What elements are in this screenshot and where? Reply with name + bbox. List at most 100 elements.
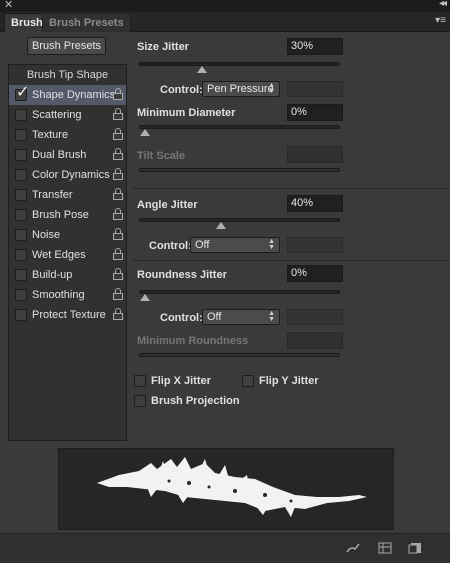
- size-control-select[interactable]: Pen Pressure ▲ ▼: [202, 81, 280, 97]
- section-divider: [132, 188, 450, 189]
- size-control-value: Pen Pressure: [207, 83, 274, 95]
- brush-settings-list: Brush Tip Shape ✓ Shape Dynamics Scatterin…: [8, 64, 127, 441]
- angle-control-select[interactable]: Off ▲ ▼: [190, 237, 280, 253]
- texture-checkbox[interactable]: [15, 129, 27, 141]
- sidebar-item-wet-edges[interactable]: Wet Edges: [9, 245, 126, 265]
- roundness-control-select[interactable]: Off ▲ ▼: [202, 309, 280, 325]
- sidebar-item-transfer[interactable]: Transfer: [9, 185, 126, 205]
- sidebar-item-label: Wet Edges: [32, 249, 86, 261]
- wet-edges-checkbox[interactable]: [15, 249, 27, 261]
- size-jitter-input[interactable]: 30%: [287, 38, 343, 55]
- lock-icon[interactable]: [113, 248, 123, 261]
- angle-control-label: Control:: [149, 240, 192, 252]
- size-control-label: Control:: [160, 84, 203, 96]
- lock-icon[interactable]: [113, 108, 123, 121]
- min-roundness-label: Minimum Roundness: [137, 335, 249, 347]
- min-diameter-input[interactable]: 0%: [287, 104, 343, 121]
- flip-x-label: Flip X Jitter: [151, 375, 211, 387]
- size-jitter-slider[interactable]: [139, 62, 340, 73]
- roundness-jitter-input[interactable]: 0%: [287, 265, 343, 282]
- create-new-brush-icon[interactable]: [408, 542, 422, 554]
- lock-icon[interactable]: [113, 168, 123, 181]
- select-arrows-icon: ▲ ▼: [268, 310, 275, 323]
- sidebar-item-label: Shape Dynamics: [32, 89, 116, 101]
- size-jitter-slider-thumb[interactable]: [197, 66, 208, 73]
- flip-y-label: Flip Y Jitter: [259, 375, 319, 387]
- lock-icon[interactable]: [113, 88, 123, 101]
- sidebar-item-label: Build-up: [32, 269, 73, 281]
- panel-titlebar: ✕ ◂◂: [0, 0, 450, 12]
- min-roundness-slider: [139, 353, 340, 357]
- sidebar-item-brush-pose[interactable]: Brush Pose: [9, 205, 126, 225]
- brush-pose-checkbox[interactable]: [15, 209, 27, 221]
- select-arrows-icon: ▲ ▼: [268, 238, 275, 251]
- protect-texture-checkbox[interactable]: [15, 309, 27, 321]
- size-jitter-label: Size Jitter: [137, 41, 189, 53]
- sidebar-item-label: Noise: [32, 229, 61, 241]
- roundness-control-label: Control:: [160, 312, 203, 324]
- brush-projection-checkbox[interactable]: [134, 395, 146, 407]
- brush-presets-button[interactable]: Brush Presets: [27, 37, 106, 55]
- angle-jitter-slider-thumb[interactable]: [216, 222, 227, 229]
- tilt-scale-slider: [139, 168, 340, 172]
- brush-preview-toggle-icon[interactable]: [346, 542, 360, 554]
- color-dynamics-checkbox[interactable]: [15, 169, 27, 181]
- smoothing-checkbox[interactable]: [15, 289, 27, 301]
- brush-projection-label: Brush Projection: [151, 395, 240, 407]
- sidebar-item-protect-texture[interactable]: Protect Texture: [9, 305, 126, 325]
- lock-icon[interactable]: [113, 288, 123, 301]
- lock-icon[interactable]: [113, 208, 123, 221]
- sidebar-item-label: Smoothing: [32, 289, 85, 301]
- lock-icon[interactable]: [113, 128, 123, 141]
- sidebar-item-dual-brush[interactable]: Dual Brush: [9, 145, 126, 165]
- roundness-jitter-label: Roundness Jitter: [137, 269, 227, 281]
- brush-stroke-preview: [58, 448, 394, 530]
- brush-tip-shape-item[interactable]: Brush Tip Shape: [9, 65, 126, 85]
- min-diameter-label: Minimum Diameter: [137, 107, 236, 119]
- angle-jitter-input[interactable]: 40%: [287, 195, 343, 212]
- sidebar-item-color-dynamics[interactable]: Color Dynamics: [9, 165, 126, 185]
- sidebar-item-shape-dynamics[interactable]: ✓ Shape Dynamics: [9, 84, 126, 105]
- roundness-control-extra-field: [287, 309, 343, 325]
- flip-y-checkbox[interactable]: [242, 375, 254, 387]
- sidebar-item-label: Color Dynamics: [32, 169, 110, 181]
- sidebar-item-scattering[interactable]: Scattering: [9, 105, 126, 125]
- sidebar-item-label: Dual Brush: [32, 149, 87, 161]
- roundness-jitter-slider[interactable]: [139, 290, 340, 301]
- collapse-icon[interactable]: ◂◂: [439, 0, 447, 9]
- roundness-control-value: Off: [207, 311, 222, 323]
- close-icon[interactable]: ✕: [4, 0, 13, 11]
- checkmark-icon: ✓: [16, 84, 30, 101]
- sidebar-item-smoothing[interactable]: Smoothing: [9, 285, 126, 305]
- lock-icon[interactable]: [113, 188, 123, 201]
- build-up-checkbox[interactable]: [15, 269, 27, 281]
- min-diameter-slider[interactable]: [139, 125, 340, 136]
- scattering-checkbox[interactable]: [15, 109, 27, 121]
- grid-toggle-icon[interactable]: [378, 542, 392, 554]
- flip-x-checkbox[interactable]: [134, 375, 146, 387]
- noise-checkbox[interactable]: [15, 229, 27, 241]
- panel-bottom-bar: [0, 533, 450, 563]
- tilt-scale-label: Tilt Scale: [137, 150, 186, 162]
- min-diameter-slider-thumb[interactable]: [140, 129, 150, 136]
- sidebar-item-noise[interactable]: Noise: [9, 225, 126, 245]
- sidebar-item-texture[interactable]: Texture: [9, 125, 126, 145]
- sidebar-item-build-up[interactable]: Build-up: [9, 265, 126, 285]
- tilt-scale-input: [287, 146, 343, 163]
- sidebar-item-label: Transfer: [32, 189, 73, 201]
- dual-brush-checkbox[interactable]: [15, 149, 27, 161]
- roundness-jitter-slider-thumb[interactable]: [140, 294, 150, 301]
- panel-menu-icon[interactable]: ▾≡: [435, 15, 446, 26]
- lock-icon[interactable]: [113, 308, 123, 321]
- lock-icon[interactable]: [113, 228, 123, 241]
- tab-brush-presets[interactable]: Brush Presets: [42, 13, 131, 32]
- sidebar-item-label: Protect Texture: [32, 309, 106, 321]
- lock-icon[interactable]: [113, 148, 123, 161]
- angle-control-extra-field: [287, 237, 343, 253]
- size-control-extra-field: [287, 81, 343, 97]
- sidebar-item-label: Brush Pose: [32, 209, 89, 221]
- angle-jitter-slider[interactable]: [139, 218, 340, 229]
- lock-icon[interactable]: [113, 268, 123, 281]
- tab-bar: Brush Brush Presets ▾≡: [0, 12, 450, 32]
- transfer-checkbox[interactable]: [15, 189, 27, 201]
